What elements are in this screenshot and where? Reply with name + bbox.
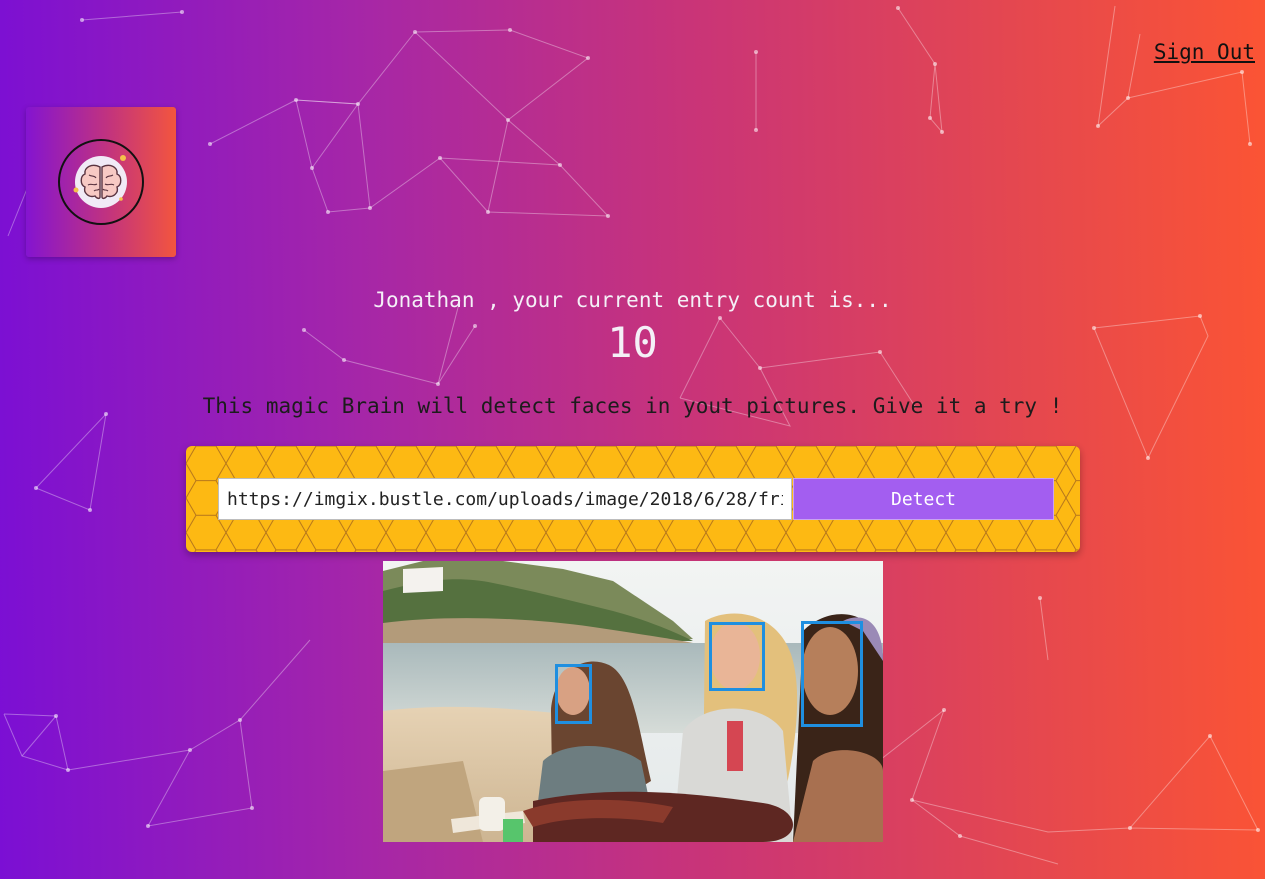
- face-box: [801, 621, 863, 727]
- app-logo: [26, 107, 176, 257]
- entry-count-message: Jonathan , your current entry count is..…: [373, 288, 892, 312]
- sign-out-link[interactable]: Sign Out: [1154, 40, 1255, 64]
- result-image: [383, 561, 883, 842]
- image-url-input[interactable]: [218, 478, 792, 520]
- detect-button[interactable]: Detect: [793, 478, 1054, 520]
- entry-count-value: 10: [607, 318, 658, 367]
- brain-icon: [58, 139, 144, 225]
- app-tagline: This magic Brain will detect faces in yo…: [202, 394, 1063, 418]
- image-link-form: Detect: [186, 446, 1080, 552]
- face-box: [555, 664, 592, 724]
- face-box: [709, 622, 765, 691]
